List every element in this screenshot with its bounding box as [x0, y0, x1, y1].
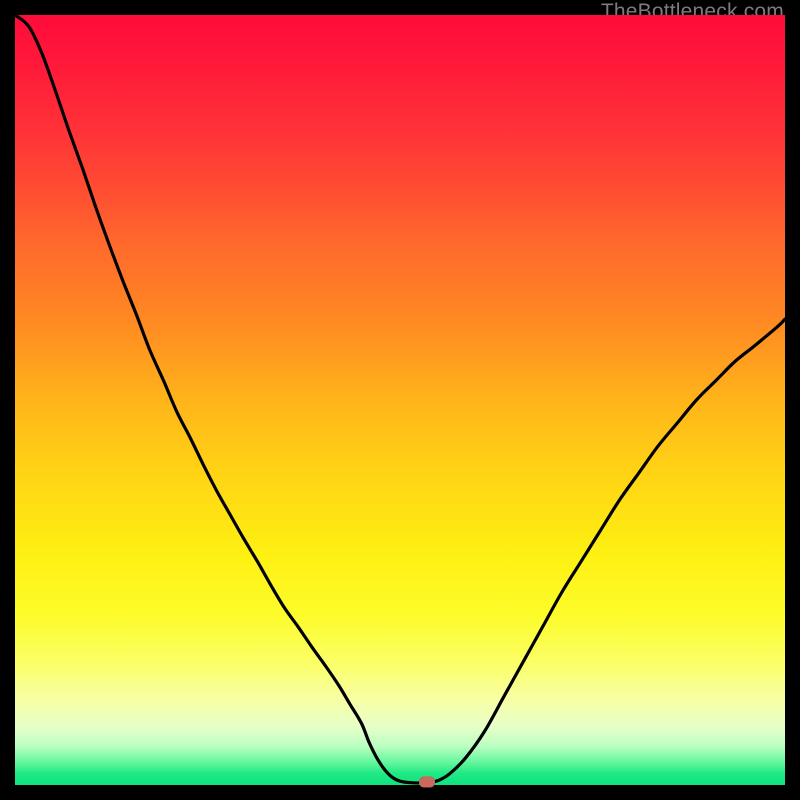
optimum-marker [419, 777, 435, 788]
chart-frame: TheBottleneck.com [0, 0, 800, 800]
bottleneck-curve [15, 15, 785, 785]
plot-area [15, 15, 785, 785]
